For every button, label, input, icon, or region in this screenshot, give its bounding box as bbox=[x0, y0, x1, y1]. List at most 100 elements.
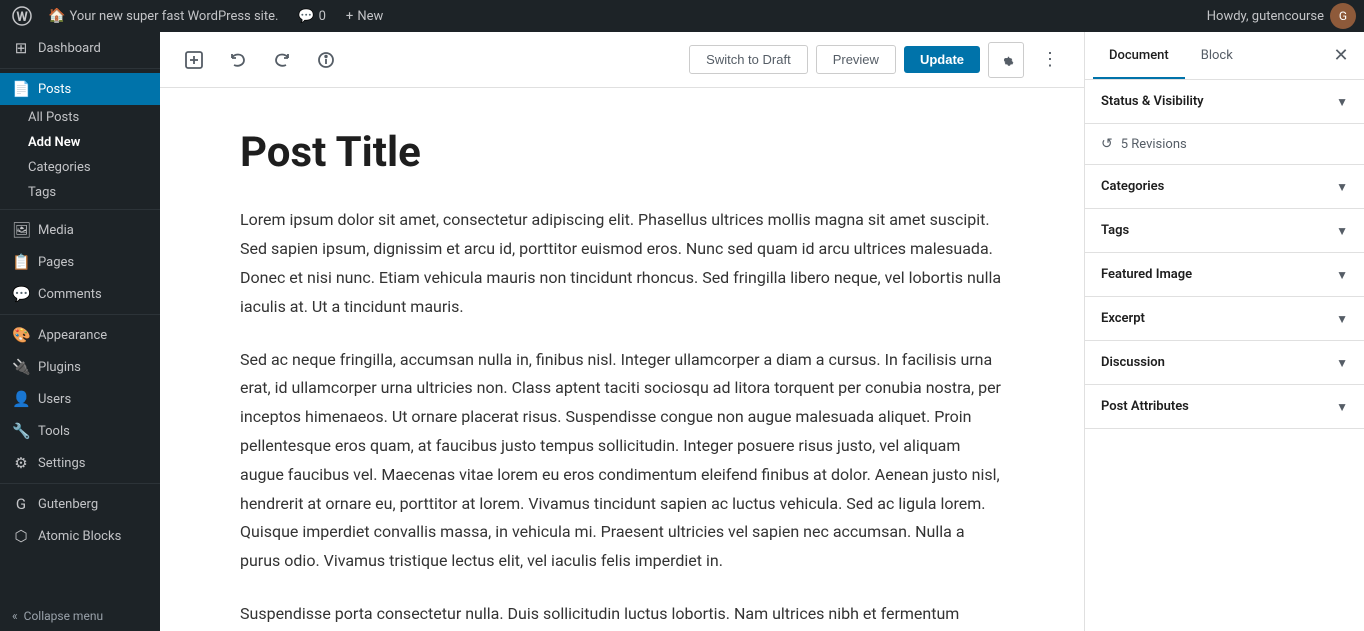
paragraph-1[interactable]: Lorem ipsum dolor sit amet, consectetur … bbox=[240, 206, 1004, 321]
pages-icon: 📋 bbox=[12, 253, 30, 271]
sidebar-item-dashboard[interactable]: ⊞ Dashboard bbox=[0, 32, 160, 64]
panel-body: Status & Visibility ▼ ↺ 5 Revisions Cate… bbox=[1085, 80, 1364, 631]
tab-document[interactable]: Document bbox=[1093, 34, 1185, 79]
revisions-row[interactable]: ↺ 5 Revisions bbox=[1085, 124, 1364, 164]
categories-label: Categories bbox=[1101, 179, 1164, 194]
featured-image-header[interactable]: Featured Image ▼ bbox=[1085, 253, 1364, 296]
plus-icon: + bbox=[346, 9, 353, 24]
tools-label: Tools bbox=[38, 424, 70, 439]
revisions-label: 5 Revisions bbox=[1121, 137, 1187, 152]
tags-header[interactable]: Tags ▼ bbox=[1085, 209, 1364, 252]
panel-section-revisions: ↺ 5 Revisions bbox=[1085, 124, 1364, 165]
discussion-header[interactable]: Discussion ▼ bbox=[1085, 341, 1364, 384]
panel-tabs: Document Block ✕ bbox=[1085, 32, 1364, 80]
editor-content[interactable]: Post Title Lorem ipsum dolor sit amet, c… bbox=[160, 88, 1084, 631]
sidebar-item-comments[interactable]: 💬 Comments bbox=[0, 278, 160, 310]
excerpt-header[interactable]: Excerpt ▼ bbox=[1085, 297, 1364, 340]
sidebar-item-settings[interactable]: ⚙ Settings bbox=[0, 447, 160, 479]
sidebar-divider-1 bbox=[0, 68, 160, 69]
sidebar-item-all-posts[interactable]: All Posts bbox=[0, 105, 160, 130]
categories-header[interactable]: Categories ▼ bbox=[1085, 165, 1364, 208]
sidebar-item-posts-label: Posts bbox=[38, 82, 71, 97]
post-body[interactable]: Lorem ipsum dolor sit amet, consectetur … bbox=[240, 206, 1004, 628]
panel-section-discussion: Discussion ▼ bbox=[1085, 341, 1364, 385]
media-icon: 🖼 bbox=[12, 221, 30, 239]
panel-section-categories: Categories ▼ bbox=[1085, 165, 1364, 209]
status-visibility-label: Status & Visibility bbox=[1101, 94, 1204, 109]
info-button[interactable] bbox=[308, 42, 344, 78]
panel-section-status: Status & Visibility ▼ bbox=[1085, 80, 1364, 124]
sidebar-item-pages[interactable]: 📋 Pages bbox=[0, 246, 160, 278]
sidebar-item-tags[interactable]: Tags bbox=[0, 180, 160, 205]
excerpt-label: Excerpt bbox=[1101, 311, 1145, 326]
gutenberg-label: Gutenberg bbox=[38, 497, 98, 512]
status-chevron-icon: ▼ bbox=[1336, 95, 1348, 109]
admin-bar: W 🏠 Your new super fast WordPress site. … bbox=[0, 0, 1364, 32]
panel-close-button[interactable]: ✕ bbox=[1326, 41, 1356, 71]
post-title[interactable]: Post Title bbox=[240, 128, 1004, 178]
status-visibility-header[interactable]: Status & Visibility ▼ bbox=[1085, 80, 1364, 123]
editor-toolbar: Switch to Draft Preview Update ⋮ bbox=[160, 32, 1084, 88]
media-label: Media bbox=[38, 223, 74, 238]
dashboard-icon: ⊞ bbox=[12, 39, 30, 57]
discussion-chevron-icon: ▼ bbox=[1336, 356, 1348, 370]
comments-icon: 💬 bbox=[12, 285, 30, 303]
categories-label: Categories bbox=[28, 160, 91, 175]
sidebar-item-plugins[interactable]: 🔌 Plugins bbox=[0, 351, 160, 383]
admin-bar-comments[interactable]: 💬 0 bbox=[290, 9, 334, 24]
excerpt-chevron-icon: ▼ bbox=[1336, 312, 1348, 326]
admin-bar-site[interactable]: 🏠 Your new super fast WordPress site. bbox=[40, 8, 286, 24]
sidebar-item-gutenberg[interactable]: G Gutenberg bbox=[0, 488, 160, 520]
tags-label: Tags bbox=[1101, 223, 1129, 238]
panel-section-post-attributes: Post Attributes ▼ bbox=[1085, 385, 1364, 429]
right-panel: Document Block ✕ Status & Visibility ▼ ↺ bbox=[1084, 32, 1364, 631]
sidebar-item-posts[interactable]: 📄 Posts bbox=[0, 73, 160, 105]
post-attributes-header[interactable]: Post Attributes ▼ bbox=[1085, 385, 1364, 428]
appearance-icon: 🎨 bbox=[12, 326, 30, 344]
tags-label: Tags bbox=[28, 185, 56, 200]
redo-button[interactable] bbox=[264, 42, 300, 78]
categories-chevron-icon: ▼ bbox=[1336, 180, 1348, 194]
discussion-label: Discussion bbox=[1101, 355, 1165, 370]
plugins-icon: 🔌 bbox=[12, 358, 30, 376]
gutenberg-icon: G bbox=[12, 495, 30, 513]
sidebar-divider-2 bbox=[0, 209, 160, 210]
add-block-button[interactable] bbox=[176, 42, 212, 78]
atomic-blocks-icon: ⬡ bbox=[12, 527, 30, 545]
switch-to-draft-button[interactable]: Switch to Draft bbox=[689, 45, 808, 74]
avatar-initials: G bbox=[1339, 9, 1347, 23]
sidebar-item-users[interactable]: 👤 Users bbox=[0, 383, 160, 415]
comments-count: 0 bbox=[319, 9, 326, 24]
add-new-label: Add New bbox=[28, 135, 80, 150]
avatar[interactable]: G bbox=[1330, 3, 1356, 29]
preview-button[interactable]: Preview bbox=[816, 45, 896, 74]
settings-label: Settings bbox=[38, 456, 85, 471]
sidebar-item-tools[interactable]: 🔧 Tools bbox=[0, 415, 160, 447]
collapse-icon: « bbox=[12, 609, 18, 623]
settings-gear-button[interactable] bbox=[988, 42, 1024, 78]
paragraph-2[interactable]: Sed ac neque fringilla, accumsan nulla i… bbox=[240, 346, 1004, 576]
sidebar-item-add-new[interactable]: Add New bbox=[0, 130, 160, 155]
admin-bar-new[interactable]: + New bbox=[338, 9, 391, 24]
comment-icon: 💬 bbox=[298, 9, 314, 24]
pages-label: Pages bbox=[38, 255, 74, 270]
sidebar-item-media[interactable]: 🖼 Media bbox=[0, 214, 160, 246]
post-attributes-label: Post Attributes bbox=[1101, 399, 1189, 414]
update-button[interactable]: Update bbox=[904, 46, 980, 73]
new-label: New bbox=[357, 9, 383, 24]
sidebar-item-categories[interactable]: Categories bbox=[0, 155, 160, 180]
sidebar-item-atomic-blocks[interactable]: ⬡ Atomic Blocks bbox=[0, 520, 160, 552]
collapse-menu[interactable]: « Collapse menu bbox=[0, 601, 160, 631]
sidebar-divider-4 bbox=[0, 483, 160, 484]
tab-block[interactable]: Block bbox=[1185, 34, 1249, 79]
svg-text:W: W bbox=[16, 10, 28, 25]
undo-button[interactable] bbox=[220, 42, 256, 78]
admin-bar-right: Howdy, gutencourse G bbox=[1207, 3, 1356, 29]
collapse-label: Collapse menu bbox=[24, 609, 103, 623]
paragraph-3[interactable]: Suspendisse porta consectetur nulla. Dui… bbox=[240, 600, 1004, 629]
settings-icon: ⚙ bbox=[12, 454, 30, 472]
wp-logo[interactable]: W bbox=[8, 2, 36, 30]
sidebar-item-appearance[interactable]: 🎨 Appearance bbox=[0, 319, 160, 351]
users-label: Users bbox=[38, 392, 71, 407]
more-options-button[interactable]: ⋮ bbox=[1032, 42, 1068, 78]
